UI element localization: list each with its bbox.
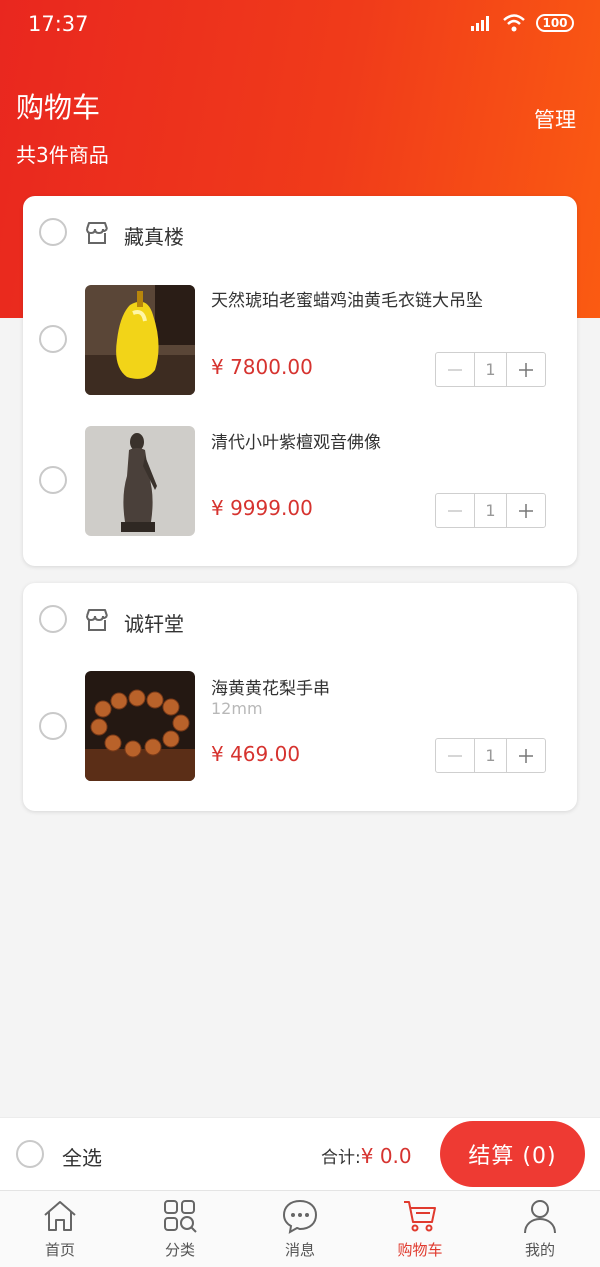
- message-icon: [282, 1199, 318, 1234]
- product-name[interactable]: 天然琥珀老蜜蜡鸡油黄毛衣链大吊坠: [211, 286, 483, 311]
- home-icon: [44, 1201, 76, 1231]
- quantity-value[interactable]: 1: [474, 739, 507, 772]
- decrease-button[interactable]: [436, 494, 474, 527]
- product-image-buddha[interactable]: [85, 426, 195, 536]
- checkout-bar: 全选 合计:¥ 0.0 结算 (0): [0, 1117, 600, 1190]
- page-title: 购物车: [16, 91, 101, 124]
- item-select-radio[interactable]: [39, 466, 67, 494]
- increase-button[interactable]: [507, 494, 545, 527]
- plus-icon: [519, 748, 533, 763]
- decrease-button[interactable]: [436, 353, 474, 386]
- tab-label: 分类: [164, 1241, 195, 1259]
- tab-label: 购物车: [397, 1241, 443, 1259]
- checkout-button[interactable]: 结算 (0): [440, 1121, 585, 1187]
- increase-button[interactable]: [507, 353, 545, 386]
- cart-icon: [404, 1201, 436, 1232]
- tab-messages[interactable]: 消息: [240, 1191, 360, 1267]
- product-price: ¥ 469.00: [211, 742, 301, 766]
- product-image-bracelet[interactable]: [85, 671, 195, 781]
- item-select-radio[interactable]: [39, 712, 67, 740]
- increase-button[interactable]: [507, 739, 545, 772]
- decrease-button[interactable]: [436, 739, 474, 772]
- category-icon: [164, 1200, 197, 1233]
- quantity-stepper: 1: [435, 493, 546, 528]
- minus-icon: [448, 509, 462, 512]
- profile-icon: [524, 1200, 556, 1234]
- shop-name: 诚轩堂: [124, 612, 184, 636]
- total-value: ¥ 0.0: [360, 1144, 412, 1168]
- manage-button[interactable]: 管理: [534, 104, 576, 134]
- bottom-tab-bar: 首页 分类 消息 购物车 我的: [0, 1190, 600, 1267]
- status-bar: 17:37 100: [0, 0, 600, 50]
- tab-label: 我的: [524, 1241, 555, 1259]
- tab-category[interactable]: 分类: [120, 1191, 240, 1267]
- select-all-radio[interactable]: [16, 1140, 44, 1168]
- tab-cart[interactable]: 购物车: [360, 1191, 480, 1267]
- battery-icon: 100: [536, 14, 574, 32]
- status-icons: 100: [470, 14, 574, 32]
- quantity-value[interactable]: 1: [474, 353, 507, 386]
- plus-icon: [519, 362, 533, 377]
- store-icon: [86, 609, 108, 631]
- total-amount: 合计:¥ 0.0: [321, 1143, 412, 1168]
- shop-card: 藏真楼 天然琥珀老蜜蜡鸡油黄毛衣链大吊坠 ¥ 7800.00 1 清代小叶紫檀观…: [23, 196, 577, 566]
- shop-name: 藏真楼: [124, 225, 184, 249]
- select-all-label[interactable]: 全选: [62, 1142, 102, 1171]
- status-time: 17:37: [28, 12, 89, 36]
- shop-select-radio[interactable]: [39, 605, 67, 633]
- item-select-radio[interactable]: [39, 325, 67, 353]
- product-name[interactable]: 海黄黄花梨手串: [211, 674, 330, 699]
- minus-icon: [448, 754, 462, 757]
- tab-profile[interactable]: 我的: [480, 1191, 600, 1267]
- store-icon: [86, 222, 108, 244]
- product-name[interactable]: 清代小叶紫檀观音佛像: [211, 428, 381, 453]
- minus-icon: [448, 368, 462, 371]
- tab-label: 消息: [284, 1241, 315, 1259]
- shop-select-radio[interactable]: [39, 218, 67, 246]
- quantity-stepper: 1: [435, 352, 546, 387]
- signal-icon: [471, 16, 489, 31]
- wifi-icon: [503, 14, 525, 32]
- total-label: 合计:: [321, 1148, 361, 1168]
- plus-icon: [519, 503, 533, 518]
- product-price: ¥ 9999.00: [211, 496, 313, 520]
- product-spec: 12mm: [211, 699, 263, 718]
- quantity-value[interactable]: 1: [474, 494, 507, 527]
- item-count: 共3件商品: [16, 143, 109, 167]
- product-image-amber[interactable]: [85, 285, 195, 395]
- quantity-stepper: 1: [435, 738, 546, 773]
- shop-card: 诚轩堂 海黄黄花梨手串 12mm ¥ 469.00 1: [23, 583, 577, 811]
- product-price: ¥ 7800.00: [211, 355, 313, 379]
- tab-home[interactable]: 首页: [0, 1191, 120, 1267]
- tab-label: 首页: [44, 1241, 75, 1259]
